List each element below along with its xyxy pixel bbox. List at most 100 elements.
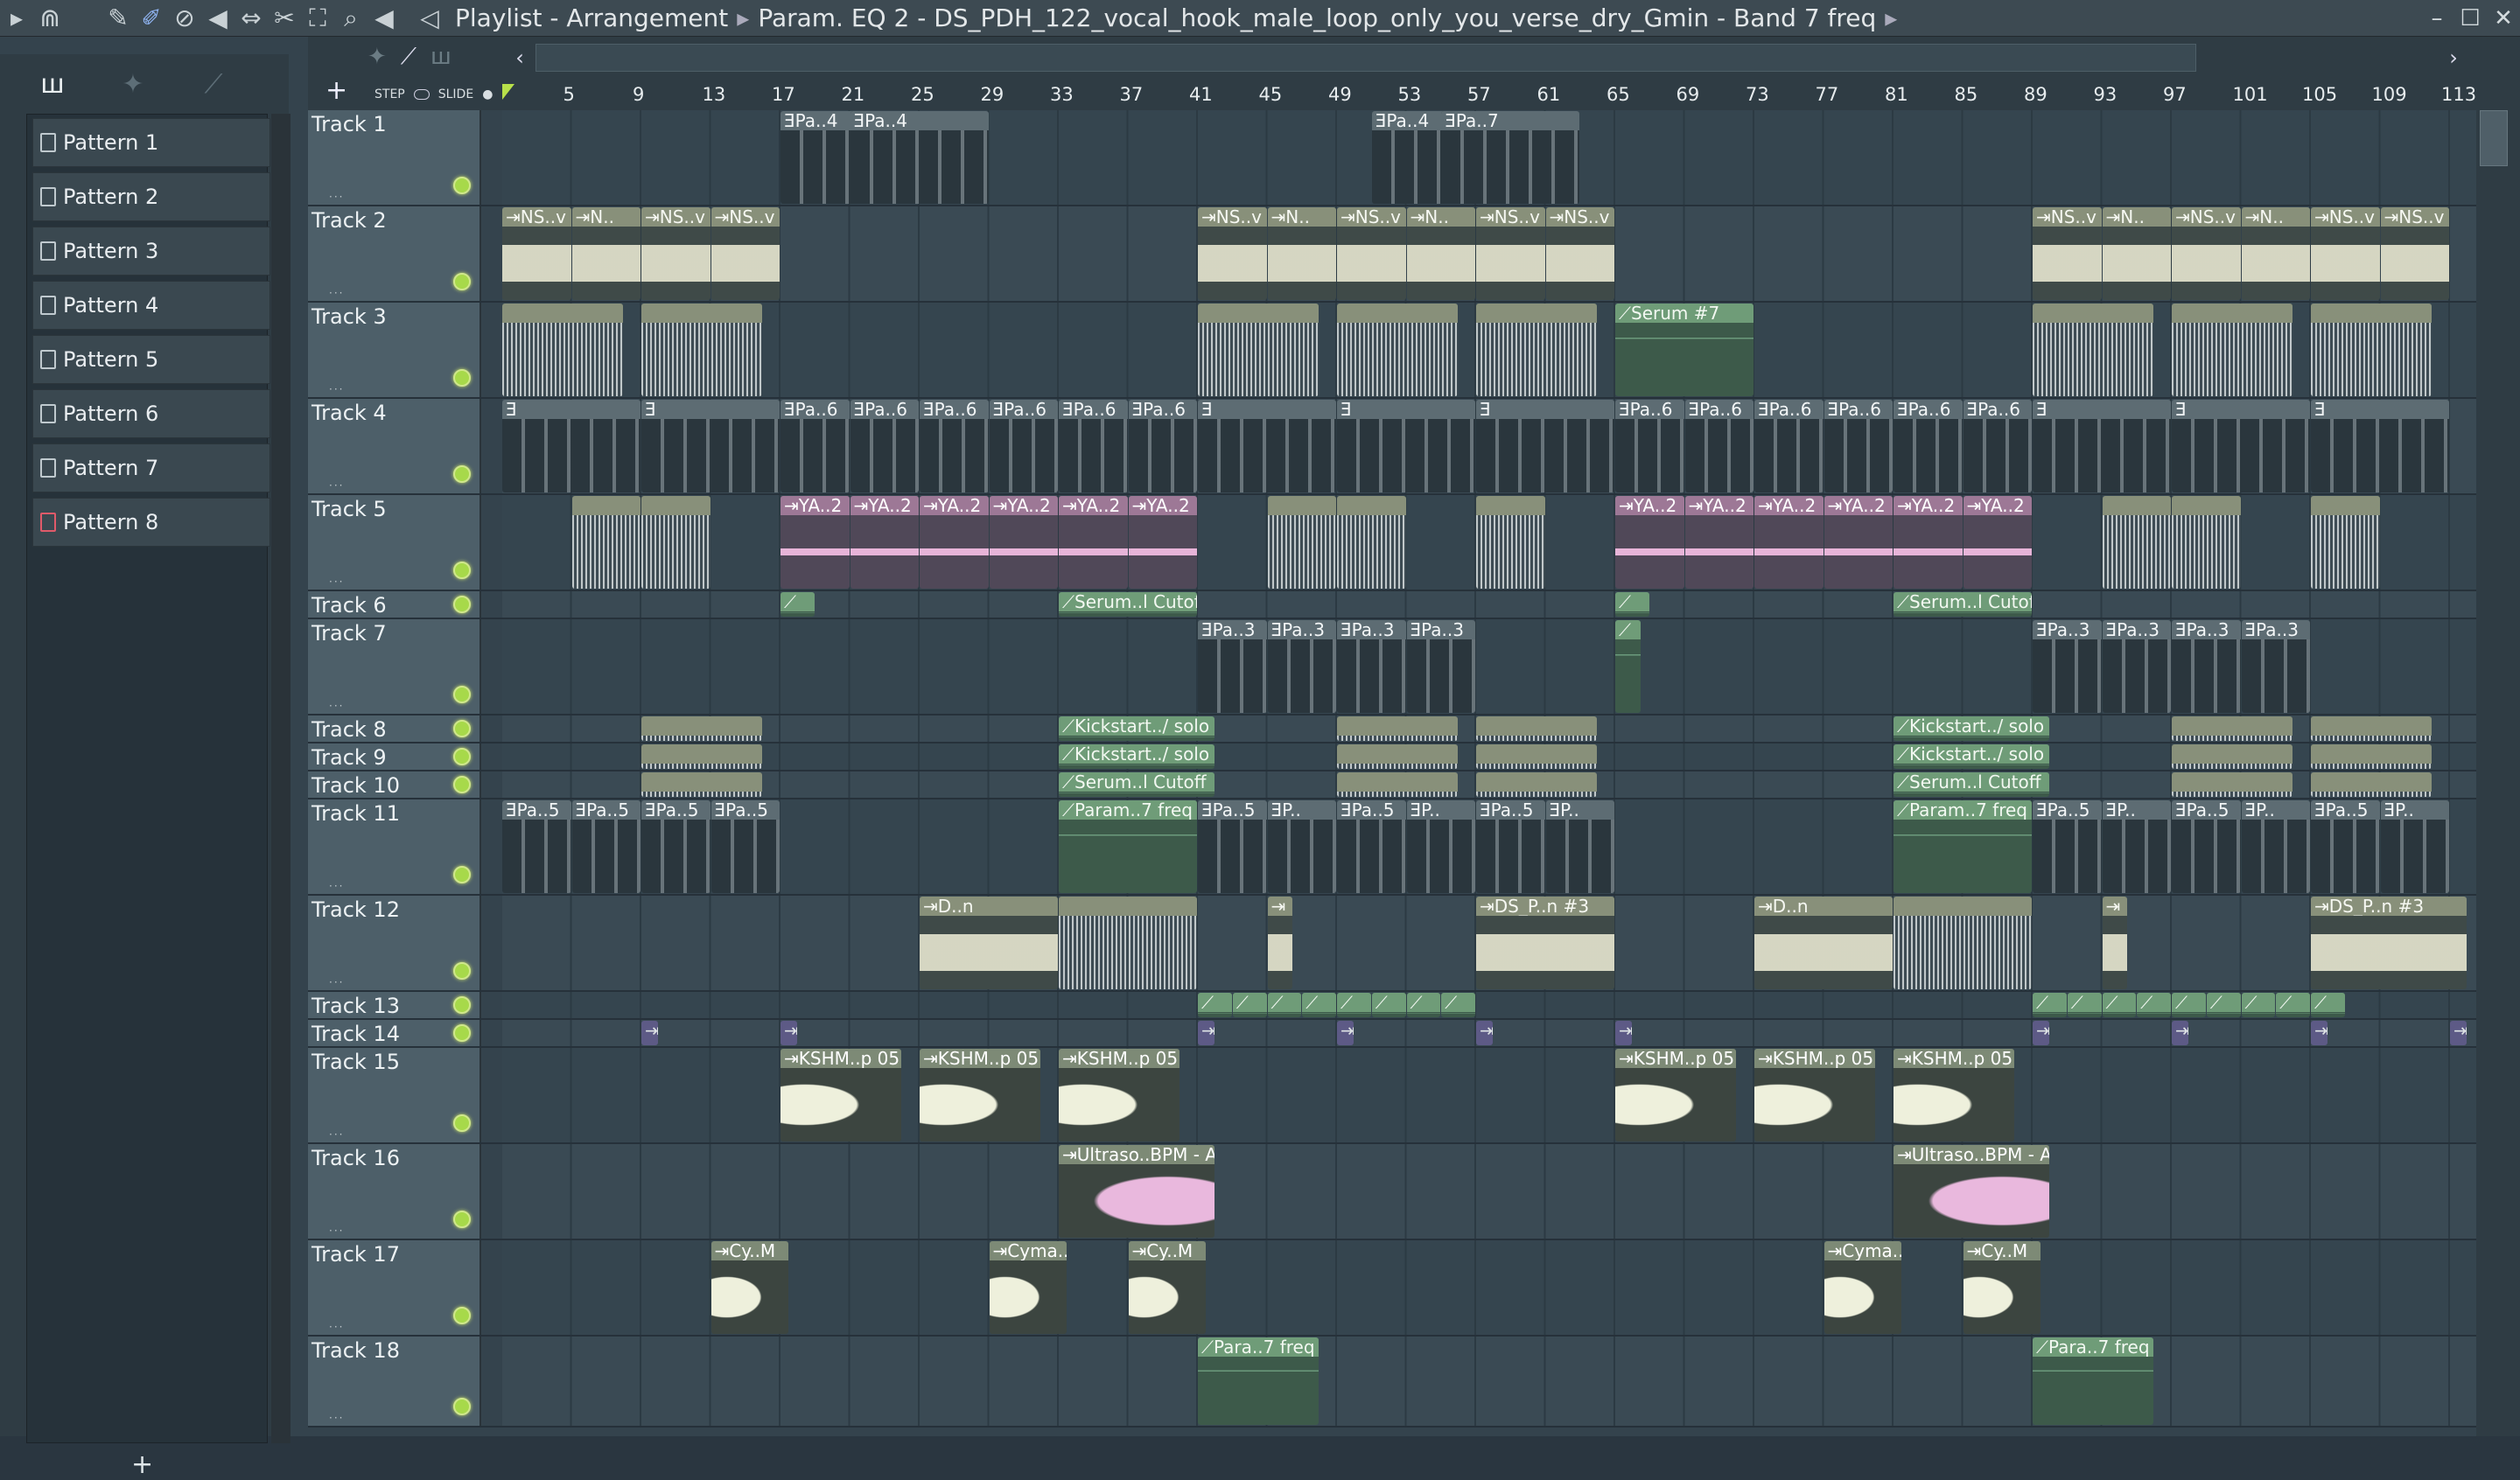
scroll-right-arrow[interactable]: ›	[2440, 45, 2468, 70]
track-header[interactable]: Track 11 ···	[308, 799, 481, 894]
playlist-clip[interactable]: ⇥ DS_P..n #3	[1476, 897, 1614, 989]
pattern-item[interactable]: Pattern 2	[32, 172, 270, 221]
track-header[interactable]: Track 15 ···	[308, 1048, 481, 1142]
playlist-clip[interactable]: ⟋	[2067, 993, 2102, 1017]
playlist-clip[interactable]	[2311, 304, 2432, 396]
playlist-clip[interactable]: ⇥ NS..v	[641, 207, 710, 300]
playlist-clip[interactable]	[2311, 772, 2432, 797]
playlist-clip[interactable]: Ǝ Pa..5	[1337, 800, 1406, 893]
playlist-clip[interactable]	[1476, 772, 1598, 797]
zoom-tool-icon[interactable]: ⌕	[334, 0, 368, 37]
playlist-clip[interactable]	[2311, 496, 2380, 589]
playlist-clip[interactable]	[2172, 496, 2241, 589]
playlist-clip[interactable]: ⟋ Serum #7	[1615, 304, 1754, 396]
playlist-clip[interactable]: ⇥ NS..v	[1337, 207, 1406, 300]
playlist-clip[interactable]: ⟋	[1267, 993, 1302, 1017]
playlist-clip[interactable]: ⟋ Para..7 freq	[2033, 1337, 2154, 1425]
playlist-clip[interactable]: Ǝ	[1198, 400, 1336, 492]
playlist-clip[interactable]	[2033, 304, 2154, 396]
playlist-clip[interactable]: Ǝ Pa..3	[2172, 620, 2241, 713]
playlist-clip[interactable]: ⇥	[1267, 897, 1293, 989]
track-lane[interactable]: ⇥ Ultraso..BPM - A ⇥ Ultraso..BPM - A	[502, 1144, 2476, 1239]
track-mute-led[interactable]	[453, 273, 471, 290]
track-mute-led[interactable]	[453, 369, 471, 387]
playlist-clip[interactable]: ⇥ Cy..M	[1963, 1241, 2040, 1334]
track-header[interactable]: Track 7 ···	[308, 619, 481, 714]
playlist-clip[interactable]: ⇥ YA..2	[1128, 496, 1197, 589]
playlist-clip[interactable]: ⇥ NS..v	[710, 207, 780, 300]
playlist-clip[interactable]: Ǝ Pa..6	[850, 400, 919, 492]
playlist-clip[interactable]: ⇥	[1476, 1021, 1493, 1045]
track-mute-led[interactable]	[453, 1307, 471, 1324]
playlist-clip[interactable]: Ǝ P..	[2102, 800, 2171, 893]
playlist-clip[interactable]: Ǝ P..	[1267, 800, 1336, 893]
pattern-item[interactable]: Pattern 1	[32, 118, 270, 167]
track-header[interactable]: Track 16 ···	[308, 1144, 481, 1239]
playlist-clip[interactable]: ⇥ N..	[1406, 207, 1475, 300]
track-header[interactable]: Track 14	[308, 1020, 481, 1046]
playlist-clip[interactable]	[1337, 496, 1406, 589]
playlist-clip[interactable]	[1059, 897, 1197, 989]
timeline-ruler[interactable]: 5 9 13 17 21 25 29 33 37 41 45 49 53 57 61 65 69 73 77 81 85…	[502, 82, 2480, 108]
playlist-clip[interactable]: Ǝ Pa..6	[1754, 400, 1824, 492]
playlist-clip[interactable]	[1267, 496, 1336, 589]
track-lane[interactable]: ⇥ Cy..M ⇥ Cyma.. ⇥ Cy..M ⇥ Cyma.. ⇥ Cy..M	[502, 1240, 2476, 1335]
track-lane[interactable]: ⇥ ⇥ ⇥ ⇥ ⇥ ⇥ ⇥ ⇥ ⇥ ⇥	[502, 1020, 2476, 1046]
playlist-clip[interactable]: ⇥ NS..v	[1545, 207, 1614, 300]
playlist-clip[interactable]	[641, 772, 763, 797]
playlist-clip[interactable]: ⟋ Serum..l Cutoff	[1059, 772, 1214, 797]
pattern-item[interactable]: Pattern 5	[32, 335, 270, 384]
playlist-clip[interactable]	[502, 304, 624, 396]
playlist-clip[interactable]: Ǝ	[1337, 400, 1475, 492]
vertical-scroll-thumb[interactable]	[2480, 110, 2508, 166]
playlist-clip[interactable]	[2311, 744, 2432, 769]
playlist-clip[interactable]: Ǝ Pa..6	[989, 400, 1058, 492]
playlist-clip[interactable]: ⇥ YA..2	[920, 496, 989, 589]
track-header[interactable]: Track 6	[308, 591, 481, 618]
track-header[interactable]: Track 2 ···	[308, 206, 481, 301]
playlist-clip[interactable]: Ǝ Pa..6	[1684, 400, 1754, 492]
playlist-clip[interactable]: ⇥ KSHM..p 05	[1059, 1049, 1180, 1141]
playlist-clip[interactable]: ⟋	[780, 592, 815, 617]
playlist-clip[interactable]: ⇥ Cy..M	[710, 1241, 788, 1334]
step-slide-toggle[interactable]: STEP SLIDE ●	[374, 87, 493, 101]
pattern-item[interactable]: Pattern 7	[32, 443, 270, 492]
playlist-clip[interactable]: ⟋	[2137, 993, 2171, 1017]
playlist-clip[interactable]: ⇥ NS..v	[502, 207, 571, 300]
track-lane[interactable]: Ǝ Ǝ Ǝ Pa..6 Ǝ Pa..6 Ǝ Pa..6 Ǝ Pa..6 Ǝ Pa..6 Ǝ…	[502, 399, 2476, 493]
playlist-clip[interactable]: ⟋ Serum..l Cutoff	[1894, 592, 2032, 617]
playlist-clip[interactable]: ⟋	[1441, 993, 1475, 1017]
playlist-clip[interactable]: Ǝ Pa..5	[2311, 800, 2380, 893]
playlist-clip[interactable]	[2172, 744, 2293, 769]
track-header[interactable]: Track 5 ···	[308, 495, 481, 590]
playlist-clip[interactable]: Ǝ P..	[2380, 800, 2449, 893]
playlist-clip[interactable]: ⟋	[2206, 993, 2241, 1017]
track-header[interactable]: Track 17 ···	[308, 1240, 481, 1335]
track-resize-grip[interactable]: ···	[329, 1225, 344, 1237]
track-lane[interactable]: Ǝ Pa..5 Ǝ Pa..5 Ǝ Pa..5 Ǝ Pa..5 ⟋ Param..7 f…	[502, 799, 2476, 894]
track-resize-grip[interactable]: ···	[329, 479, 344, 492]
playlist-clip[interactable]: ⟋	[2172, 993, 2206, 1017]
playlist-clip[interactable]	[2172, 304, 2293, 396]
playlist-clip[interactable]: Ǝ Pa..3	[1198, 620, 1267, 713]
playlist-clip[interactable]: ⟋	[1302, 993, 1336, 1017]
track-lane[interactable]: Ǝ Pa..4Ǝ Pa..4Ǝ Pa..4Ǝ Pa..7Ǝ Pa..4Ǝ Pa.…	[502, 110, 2476, 205]
playlist-clip[interactable]: ⇥ Ultraso..BPM - A	[1894, 1145, 2049, 1238]
track-header[interactable]: Track 1 ···	[308, 110, 481, 205]
playlist-clip[interactable]	[571, 496, 640, 589]
playlist-clip[interactable]: ⇥ YA..2	[1684, 496, 1754, 589]
paint-brush-icon[interactable]: ✐	[135, 0, 168, 37]
playlist-clip[interactable]: ⇥ KSHM..p 05	[920, 1049, 1041, 1141]
track-lane[interactable]: ⇥ KSHM..p 05 ⇥ KSHM..p 05 ⇥ KSHM..p 05 ⇥ KS…	[502, 1048, 2476, 1142]
playlist-clip[interactable]: Ǝ Pa..6	[1615, 400, 1684, 492]
track-header[interactable]: Track 18 ···	[308, 1337, 481, 1426]
playlist-clip[interactable]	[1476, 496, 1545, 589]
playlist-clip[interactable]: ⇥	[641, 1021, 658, 1045]
playlist-clip[interactable]	[1894, 897, 2032, 989]
speaker-icon[interactable]: ◁	[413, 0, 446, 37]
pattern-item[interactable]: Pattern 8	[32, 498, 270, 547]
play-arrow-icon[interactable]: ▸	[0, 0, 33, 37]
track-mute-led[interactable]	[453, 686, 471, 703]
track-lane[interactable]: ⇥ NS..v ⇥ N.. ⇥ NS..v ⇥ NS..v ⇥ NS..v ⇥ N.. ⇥ …	[502, 206, 2476, 301]
playlist-clip[interactable]: ⟋	[1198, 993, 1232, 1017]
